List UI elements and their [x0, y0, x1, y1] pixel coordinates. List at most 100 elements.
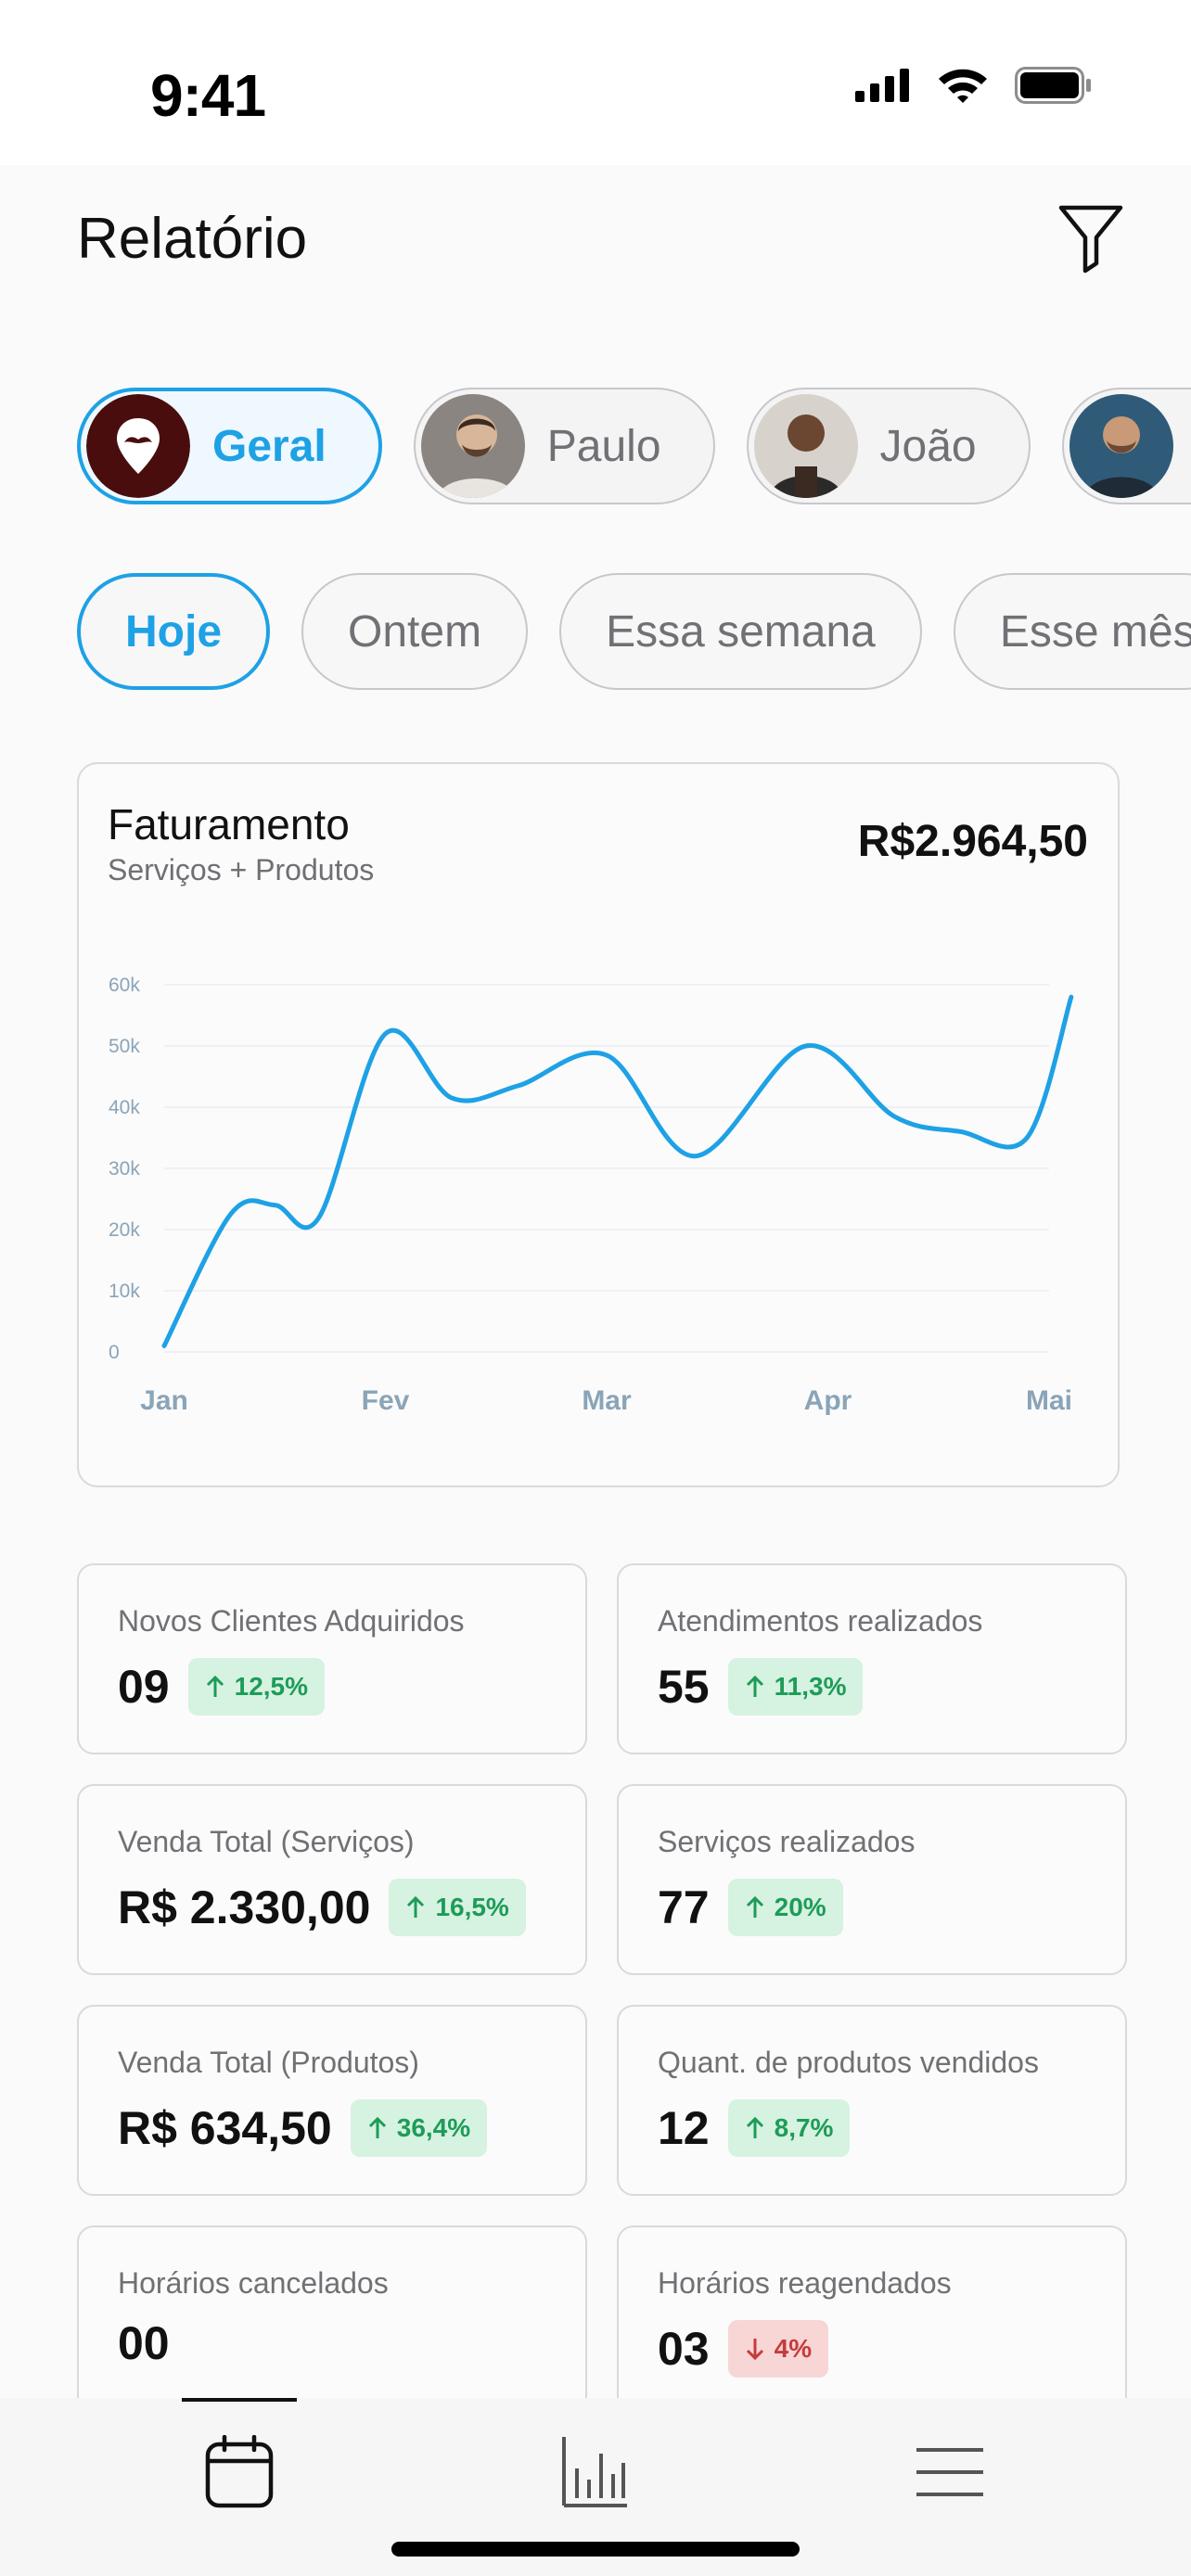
change-text: 4% — [774, 2334, 813, 2363]
change-badge: 12,5% — [187, 1658, 326, 1715]
period-chip-hoje[interactable]: Hoje — [77, 573, 271, 690]
arrow-up-icon — [206, 1675, 224, 1697]
arrow-up-icon — [368, 2116, 386, 2138]
barber-logo-icon — [86, 394, 190, 498]
menu-icon — [916, 2448, 983, 2496]
profile-chip-joao[interactable]: João — [746, 388, 1031, 504]
metric-value: R$ 2.330,00 — [118, 1881, 371, 1933]
change-badge: 11,3% — [727, 1658, 864, 1715]
change-badge: 16,5% — [389, 1879, 526, 1936]
metric-row: 09 12,5% — [118, 1658, 326, 1715]
revenue-subtitle: Serviços + Produtos — [108, 853, 375, 886]
x-tick-label: Apr — [804, 1385, 852, 1416]
metric-label: Horários cancelados — [118, 2266, 389, 2300]
cellular-signal-icon — [855, 69, 909, 102]
metric-row: 12 8,7% — [658, 2099, 851, 2157]
screen: 9:41 Relatório Geral Paulo João Hoje Ont… — [0, 0, 1191, 2576]
nav-menu[interactable] — [894, 2426, 1005, 2519]
change-badge: 4% — [727, 2320, 829, 2378]
change-text: 12,5% — [234, 1672, 309, 1701]
metric-card-novos-clientes[interactable]: Novos Clientes Adquiridos 09 12,5% — [77, 1563, 587, 1754]
y-tick-label: 0 — [109, 1342, 120, 1363]
status-bar: 9:41 — [0, 0, 1191, 165]
arrow-up-icon — [746, 2116, 763, 2138]
arrow-down-icon — [746, 2339, 763, 2361]
metric-row: 00 — [118, 2316, 170, 2370]
avatar-joao — [753, 394, 858, 498]
y-tick-label: 30k — [109, 1158, 140, 1180]
wifi-icon — [939, 69, 987, 103]
avatar-geral — [86, 394, 190, 498]
status-time: 9:41 — [150, 62, 266, 129]
metric-row: 77 20% — [658, 1879, 843, 1936]
y-tick-label: 50k — [109, 1036, 140, 1057]
nav-reports[interactable] — [540, 2426, 651, 2519]
metric-value: 77 — [658, 1881, 710, 1933]
metric-label: Quant. de produtos vendidos — [658, 2046, 1039, 2079]
metric-label: Horários reagendados — [658, 2266, 952, 2300]
x-tick-label: Mai — [1026, 1385, 1072, 1416]
revenue-total: R$2.964,50 — [857, 817, 1088, 866]
period-filter-row: Hoje Ontem Essa semana Esse mês — [77, 573, 1191, 690]
metric-value: 55 — [658, 1661, 710, 1713]
avatar-4 — [1069, 394, 1173, 498]
metric-card-servicos-realizados[interactable]: Serviços realizados 77 20% — [617, 1784, 1127, 1975]
home-indicator — [391, 2542, 800, 2557]
metric-label: Venda Total (Produtos) — [118, 2046, 419, 2079]
nav-calendar[interactable] — [184, 2426, 295, 2519]
change-text: 11,3% — [774, 1672, 847, 1701]
change-badge: 36,4% — [350, 2099, 488, 2157]
period-chip-essa-semana[interactable]: Essa semana — [559, 573, 922, 690]
profile-chip-label: Paulo — [546, 421, 661, 471]
filter-button[interactable] — [1054, 202, 1128, 276]
person-photo-icon — [753, 394, 858, 498]
profile-chip-label: João — [879, 421, 977, 471]
nav-active-indicator — [182, 2398, 297, 2402]
profile-chip-label: Geral — [212, 421, 327, 471]
filter-icon — [1058, 205, 1123, 274]
change-text: 8,7% — [774, 2113, 834, 2142]
metric-card-venda-servicos[interactable]: Venda Total (Serviços) R$ 2.330,00 16,5% — [77, 1784, 587, 1975]
profile-chip-geral[interactable]: Geral — [77, 388, 382, 504]
metric-value: 03 — [658, 2323, 710, 2375]
period-chip-label: Ontem — [348, 606, 482, 657]
metric-card-atendimentos[interactable]: Atendimentos realizados 55 11,3% — [617, 1563, 1127, 1754]
y-tick-label: 60k — [109, 975, 140, 996]
profile-filter-row: Geral Paulo João — [77, 388, 1191, 504]
change-badge: 8,7% — [727, 2099, 851, 2157]
status-icons — [855, 67, 1093, 104]
metric-card-venda-produtos[interactable]: Venda Total (Produtos) R$ 634,50 36,4% — [77, 2005, 587, 2196]
y-tick-label: 20k — [109, 1219, 140, 1241]
period-chip-label: Hoje — [125, 606, 223, 657]
period-chip-ontem[interactable]: Ontem — [301, 573, 529, 690]
arrow-up-icon — [407, 1895, 425, 1918]
metric-value: 09 — [118, 1661, 170, 1713]
period-chip-esse-mes[interactable]: Esse mês — [953, 573, 1191, 690]
y-tick-label: 10k — [109, 1281, 140, 1302]
person-photo-icon — [420, 394, 525, 498]
revenue-series-line — [161, 994, 1074, 1348]
x-tick-label: Mar — [582, 1385, 632, 1416]
metric-row: 03 4% — [658, 2320, 829, 2378]
page-title: Relatório — [77, 207, 308, 271]
metric-row: R$ 634,50 36,4% — [118, 2099, 488, 2157]
metric-label: Serviços realizados — [658, 1825, 916, 1858]
period-chip-label: Essa semana — [606, 606, 876, 657]
revenue-card: 0 10k 20k 30k 40k 50k 60k Jan Fev Mar Apr Mai Fatur… — [77, 762, 1120, 1487]
bar-chart-icon — [562, 2437, 627, 2507]
change-text: 36,4% — [396, 2113, 471, 2142]
metric-label: Novos Clientes Adquiridos — [118, 1604, 465, 1638]
metric-label: Venda Total (Serviços) — [118, 1825, 415, 1858]
profile-chip-4[interactable] — [1061, 388, 1191, 504]
metric-label: Atendimentos realizados — [658, 1604, 983, 1638]
battery-icon — [1015, 67, 1091, 104]
profile-chip-paulo[interactable]: Paulo — [413, 388, 715, 504]
metric-row: 55 11,3% — [658, 1658, 864, 1715]
change-badge: 20% — [727, 1879, 843, 1936]
x-tick-label: Fev — [362, 1385, 410, 1416]
arrow-up-icon — [746, 1895, 763, 1918]
x-tick-label: Jan — [140, 1385, 188, 1416]
metric-card-quant-produtos[interactable]: Quant. de produtos vendidos 12 8,7% — [617, 2005, 1127, 2196]
change-text: 20% — [774, 1893, 826, 1921]
change-text: 16,5% — [435, 1893, 509, 1921]
